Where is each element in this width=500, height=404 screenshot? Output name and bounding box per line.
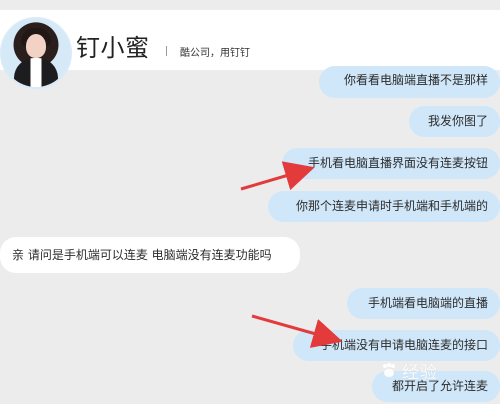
- message-bubble[interactable]: 你那个连麦申请时手机端和手机端的: [268, 191, 500, 222]
- message-bubble[interactable]: 手机端看电脑端的直播: [347, 288, 500, 319]
- header-subtitle: 酷公司，用钉钉: [180, 48, 250, 59]
- message-bubble[interactable]: 手机端没有申请电脑连麦的接口: [293, 330, 500, 361]
- chat-header: 钉小蜜 酷公司，用钉钉: [0, 10, 500, 89]
- message-bubble[interactable]: 亲 请问是手机端可以连麦 电脑端没有连麦功能吗: [0, 237, 300, 273]
- message-bubble[interactable]: 你看看电脑端直播不是那样: [319, 66, 500, 98]
- chat-window: 钉小蜜 酷公司，用钉钉 你看看电脑端直播不是那样 我发你图了 手机看电脑直播界面…: [0, 0, 500, 404]
- watermark: 经验: [379, 358, 438, 383]
- header-divider: [166, 46, 167, 56]
- message-bubble[interactable]: 我发你图了: [409, 106, 500, 137]
- page-title: 钉小蜜: [76, 34, 150, 62]
- avatar-face-icon: [26, 34, 46, 58]
- watermark-text: 经验: [402, 363, 438, 383]
- message-bubble[interactable]: 手机看电脑直播界面没有连麦按钮: [282, 148, 500, 179]
- avatar[interactable]: [0, 17, 72, 89]
- avatar-body-icon: [14, 58, 58, 87]
- paw-icon: [383, 363, 395, 377]
